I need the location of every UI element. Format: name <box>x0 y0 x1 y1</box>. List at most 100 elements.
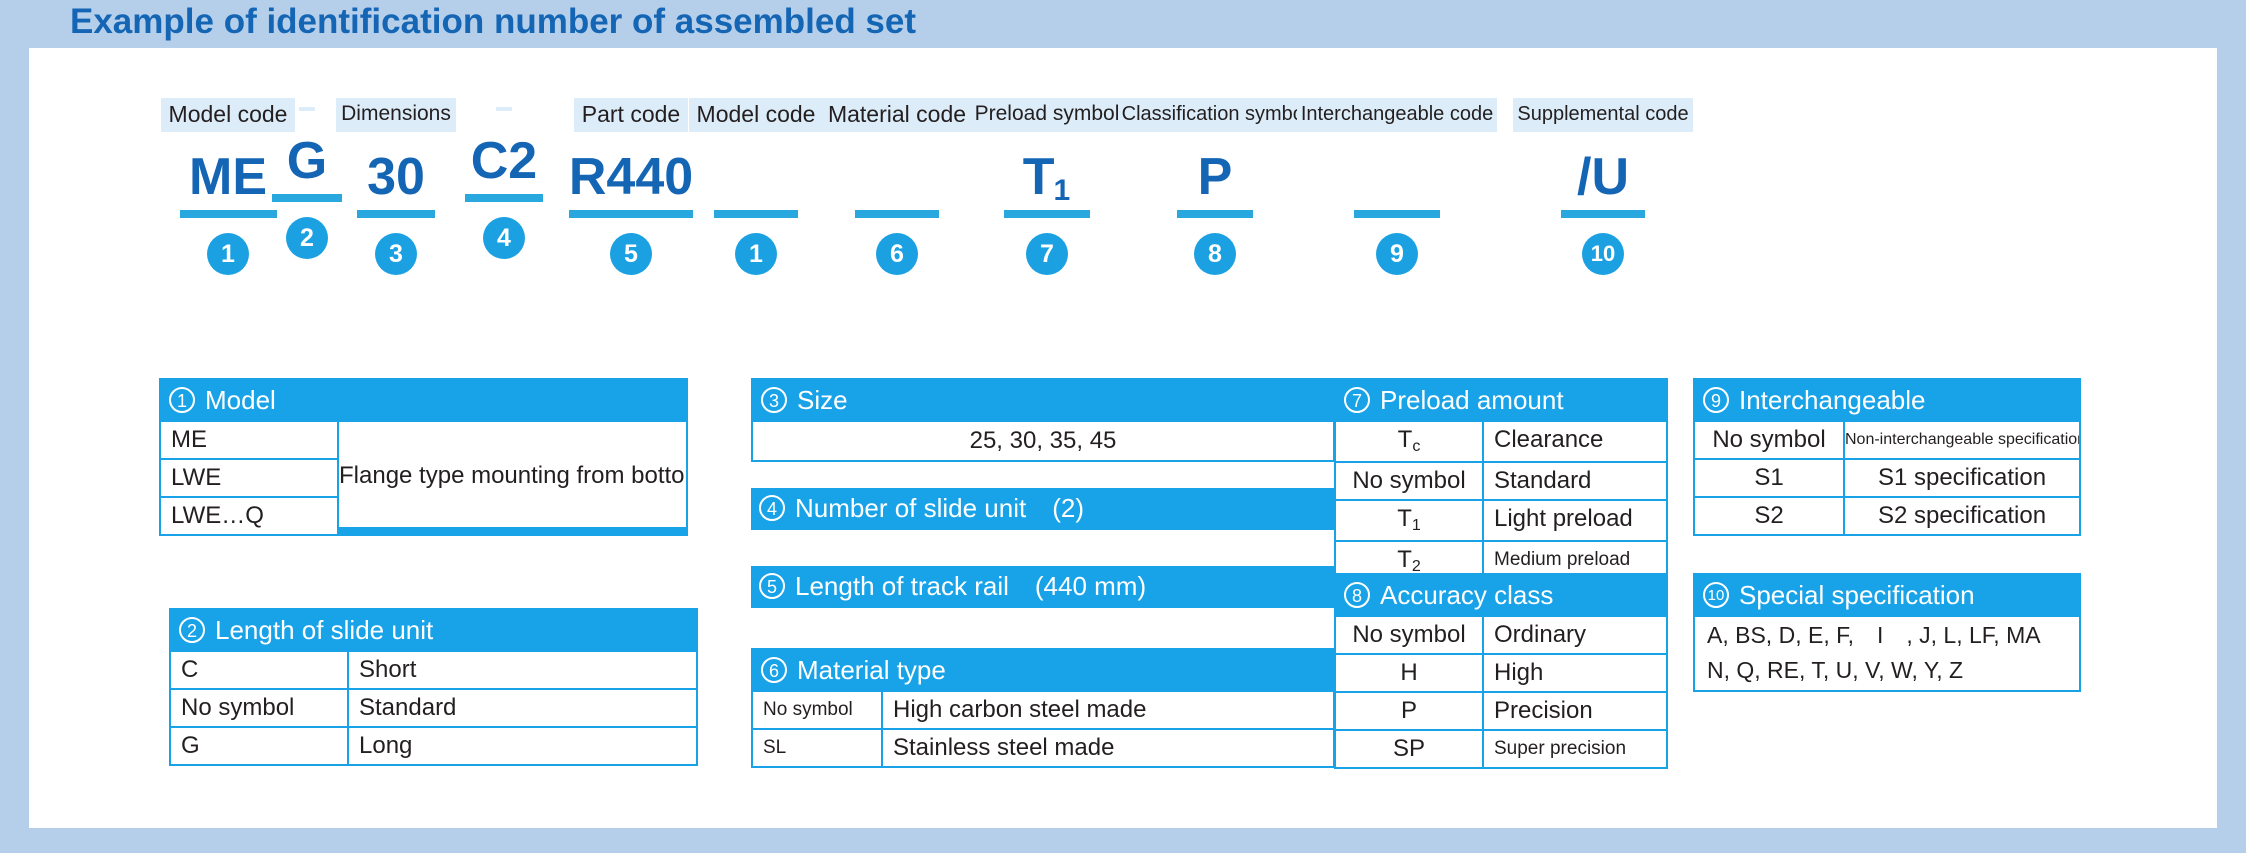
code-segment-label <box>299 107 315 111</box>
table-title: Interchangeable <box>1739 385 1926 415</box>
table-preload-amount-header: 7 Preload amount <box>1336 380 1666 422</box>
cell-symbol: S1 <box>1695 460 1843 496</box>
table-row: C Short <box>171 652 696 688</box>
code-badge-4: 4 <box>483 217 525 259</box>
code-underline <box>1354 210 1440 218</box>
table-number-of-slide-unit-header: 4 Number of slide unit (2) <box>751 488 1335 530</box>
code-underline <box>179 210 277 218</box>
table-number-badge: 2 <box>179 617 205 643</box>
cell-description: Short <box>349 652 696 688</box>
code-segment-label: Model code <box>688 98 824 132</box>
table-number-badge: 8 <box>1344 582 1370 608</box>
table-row: P Precision <box>1336 693 1666 729</box>
preload-symbol-subscript: 1 <box>1053 174 1071 207</box>
table-title: Size <box>797 385 848 415</box>
table-length-of-slide-unit: 2 Length of slide unit C Short No symbol… <box>169 608 698 766</box>
code-badge-2: 2 <box>286 217 328 259</box>
cell-description: Non-interchangeable specification <box>1845 422 2079 458</box>
code-underline <box>1004 210 1090 218</box>
code-badge-8: 8 <box>1194 233 1236 275</box>
table-preload-amount: 7 Preload amount Tc Clearance No symbol … <box>1334 378 1668 583</box>
cell-symbol: SP <box>1336 731 1482 767</box>
cell-symbol: H <box>1336 655 1482 691</box>
cell-symbol: No symbol <box>171 690 347 726</box>
table-row: SL Stainless steel made <box>753 730 1333 766</box>
table-row: H High <box>1336 655 1666 691</box>
table-title: Preload amount <box>1380 385 1564 415</box>
code-underline <box>714 210 798 218</box>
table-row: No symbol Non-interchangeable specificat… <box>1695 422 2079 458</box>
cell-symbol: No symbol <box>1695 422 1843 458</box>
code-underline <box>1561 210 1645 218</box>
table-row: LWE <box>161 460 337 496</box>
cell-symbol-subscript: c <box>1412 438 1421 455</box>
content-canvas: Model code ME 1 G 2 Dimensions 30 3 C 2 4 <box>29 48 2217 828</box>
cell-symbol: No symbol <box>1336 617 1482 653</box>
code-underline <box>1177 210 1253 218</box>
table-row: G Long <box>171 728 696 764</box>
table-model: 1 Model ME LWE LWE…Q Flange type mountin… <box>159 378 688 536</box>
code-segment-supplemental-code: Supplemental code /U 10 <box>1489 98 1717 275</box>
table-number-badge: 5 <box>759 573 785 599</box>
code-underline <box>357 210 435 218</box>
code-badge-3: 3 <box>375 233 417 275</box>
table-interchangeable-header: 9 Interchangeable <box>1695 380 2079 422</box>
code-badge-1b: 1 <box>735 233 777 275</box>
table-special-specification-header: 10 Special specification <box>1695 575 2079 617</box>
code-segment-label: Interchangeable code <box>1296 98 1498 132</box>
code-segment-label: Dimensions <box>336 98 456 132</box>
cell-symbol: LWE…Q <box>161 498 337 534</box>
identification-code-row: Model code ME 1 G 2 Dimensions 30 3 C2 4 <box>29 48 2217 328</box>
cell-symbol: S2 <box>1695 498 1843 534</box>
table-title: Length of slide unit <box>215 615 434 645</box>
table-number-badge: 1 <box>169 387 195 413</box>
cell-symbol: P <box>1336 693 1482 729</box>
cell-symbol: T1 <box>1336 501 1482 540</box>
cell-symbol: G <box>171 728 347 764</box>
cell-description: Ordinary <box>1484 617 1666 653</box>
code-badge-5: 5 <box>610 233 652 275</box>
table-title: Length of track rail (440 mm) <box>795 571 1147 601</box>
table-number-badge: 3 <box>761 387 787 413</box>
table-row: No symbol Ordinary <box>1336 617 1666 653</box>
code-underline <box>855 210 939 218</box>
table-title: Accuracy class <box>1380 580 1554 610</box>
table-row: S1 S1 specification <box>1695 460 2079 496</box>
special-spec-line-1: A, BS, D, E, F, I , J, L, LF, MA <box>1695 617 2079 655</box>
cell-description-merged: Flange type mounting from bottom <box>339 422 686 527</box>
table-size-header: 3 Size <box>753 380 1333 422</box>
table-row: Tc Clearance <box>1336 422 1666 461</box>
cell-size-values: 25, 30, 35, 45 <box>753 422 1333 460</box>
cell-description: High carbon steel made <box>883 692 1333 728</box>
table-row: SP Super precision <box>1336 731 1666 767</box>
table-number-of-slide-unit: 4 Number of slide unit (2) <box>751 488 1335 530</box>
special-spec-line-2: N, Q, RE, T, U, V, W, Y, Z <box>1695 655 2079 690</box>
cell-description: Long <box>349 728 696 764</box>
table-length-of-track-rail-header: 5 Length of track rail (440 mm) <box>751 566 1335 608</box>
code-segment-value <box>1273 146 1521 208</box>
code-badge-1: 1 <box>207 233 249 275</box>
code-underline <box>272 194 342 202</box>
code-segment-label: Supplemental code <box>1513 98 1693 132</box>
table-row: ME <box>161 422 337 458</box>
table-number-badge: 10 <box>1703 582 1729 608</box>
cell-symbol-letter: T <box>1397 505 1412 532</box>
table-row: T1 Light preload <box>1336 501 1666 540</box>
table-length-of-slide-unit-header: 2 Length of slide unit <box>171 610 696 652</box>
cell-description: S1 specification <box>1845 460 2079 496</box>
cell-symbol: No symbol <box>753 692 881 728</box>
code-badge-10: 10 <box>1582 233 1624 275</box>
cell-description: High <box>1484 655 1666 691</box>
table-row: No symbol High carbon steel made <box>753 692 1333 728</box>
table-row: LWE…Q <box>161 498 337 534</box>
code-segment-value: 30 <box>367 148 425 206</box>
cell-description: S2 specification <box>1845 498 2079 534</box>
code-segment-label <box>496 107 512 111</box>
table-size: 3 Size 25, 30, 35, 45 <box>751 378 1335 462</box>
table-title: Special specification <box>1739 580 1975 610</box>
cell-symbol-subscript: 1 <box>1411 517 1421 534</box>
code-underline <box>465 194 543 202</box>
table-material-type: 6 Material type No symbol High carbon st… <box>751 648 1335 768</box>
cell-description: Precision <box>1484 693 1666 729</box>
cell-symbol-letter: T <box>1397 546 1412 573</box>
